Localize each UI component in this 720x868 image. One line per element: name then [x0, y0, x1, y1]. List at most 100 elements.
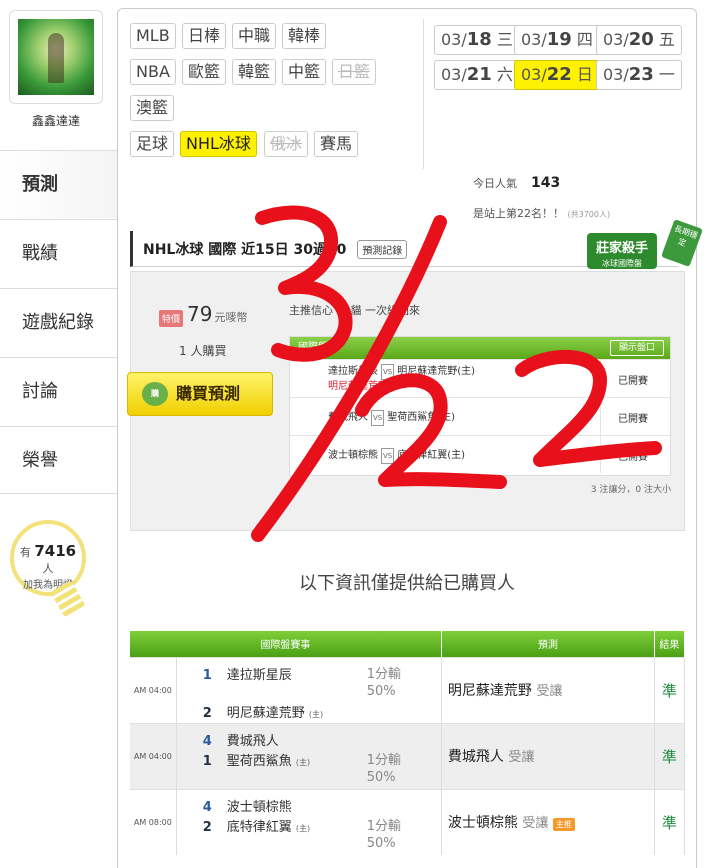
nav-item-discussion[interactable]: 討論: [0, 357, 117, 425]
username[interactable]: 鑫鑫達達: [0, 112, 112, 129]
column-header-matches: 國際盤賽事: [130, 631, 442, 657]
league-tab-cpbl[interactable]: 中職: [232, 23, 277, 49]
popularity-stat: 今日人氣 143: [473, 175, 560, 191]
home-team: 明尼蘇達荒野(主): [397, 366, 476, 377]
handicap-percent: 50%: [366, 835, 396, 851]
home-line: 2 明尼蘇達荒野 (主): [203, 702, 323, 721]
league-tab-horse-racing[interactable]: 賽馬: [314, 131, 359, 157]
away-line: 4 費城飛人: [203, 730, 279, 749]
sidebar: 鑫鑫達達 預測 戰績 遊戲紀錄 討論 榮譽 有 7416 人 加我為明燈: [0, 0, 117, 859]
date-day: 23: [628, 64, 654, 85]
away-line: 4 波士頓棕熊: [203, 796, 292, 815]
date-0323[interactable]: 03/23 一: [596, 60, 682, 90]
popularity-value: 143: [531, 175, 561, 191]
team-number: 2: [202, 819, 212, 835]
rank-text: 是站上第22名！！: [473, 207, 564, 220]
team-number: 4: [202, 733, 212, 749]
prediction-note: 主推信心 % 貓 一次綠回來: [289, 304, 420, 317]
buyer-count: 1 人購買: [179, 344, 227, 358]
away-team: 費城飛人: [226, 733, 279, 749]
rank-stat: 是站上第22名！！ (共3700人): [473, 205, 610, 221]
picked-team: 波士頓棕熊: [447, 815, 518, 832]
buy-prediction-button[interactable]: 購 購買預測: [127, 372, 273, 416]
home-marker: (主): [295, 757, 311, 767]
handicap-percent: 50%: [366, 769, 396, 785]
date-weekday: 五: [658, 30, 675, 49]
league-tab-euro-basketball[interactable]: 歐籃: [182, 59, 227, 85]
column-header-prediction: 預測: [441, 631, 655, 657]
fans-count-line: 有 7416 人: [14, 542, 82, 576]
avatar[interactable]: [18, 19, 94, 95]
odds: 1分輸 50%: [367, 752, 401, 786]
date-0321[interactable]: 03/21 六: [434, 60, 520, 90]
pick-type: 受讓: [536, 684, 563, 699]
fans-prefix: 有: [19, 546, 31, 559]
handicap: 1分輸: [366, 666, 401, 682]
league-tab-china-basketball[interactable]: 中籃: [282, 59, 327, 85]
handicap: 1分輸: [366, 818, 401, 834]
matchup: 4 費城飛人 1 聖荷西鯊魚 (主) 1分輸 50%: [176, 722, 442, 789]
avatar-frame[interactable]: [9, 10, 103, 104]
nav-item-record[interactable]: 戰績: [0, 219, 117, 287]
league-tab-soccer[interactable]: 足球: [130, 131, 175, 157]
date-0319[interactable]: 03/19 四: [514, 25, 600, 55]
handicap: 1分輸: [366, 752, 401, 768]
date-weekday: 三: [496, 30, 513, 49]
bet-count-summary: 3 注讓分，0 注大小: [590, 485, 671, 495]
away-team: 達拉斯星辰: [226, 667, 292, 683]
badge-main: 莊家殺手 冰球國際盤: [587, 233, 657, 269]
league-tab-nba[interactable]: NBA: [130, 59, 176, 85]
nav-item-game-history[interactable]: 遊戲紀錄: [0, 288, 117, 356]
odds: 1分輸 50%: [367, 666, 401, 700]
fans-lightbulb[interactable]: 有 7416 人 加我為明燈: [10, 520, 86, 596]
nav-item-predict[interactable]: 預測: [0, 150, 117, 218]
game-time: AM 04:00: [130, 722, 177, 789]
badge-title: 莊家殺手: [595, 241, 648, 256]
date-0320[interactable]: 03/20 五: [596, 25, 682, 55]
date-month: 03/: [521, 30, 547, 49]
league-tab-mlb[interactable]: MLB: [130, 23, 176, 49]
league-tab-npb[interactable]: 日棒: [182, 23, 227, 49]
date-day: 18: [466, 29, 492, 50]
date-month: 03/: [521, 65, 547, 84]
league-tab-aus-basketball[interactable]: 澳籃: [130, 95, 175, 121]
date-day: 20: [628, 29, 654, 50]
date-weekday: 日: [576, 65, 593, 84]
date-0322[interactable]: 03/22 日: [514, 60, 600, 90]
date-0318[interactable]: 03/18 三: [434, 25, 520, 55]
home-team: 底特律紅翼: [226, 819, 292, 835]
game-time: AM 04:00: [130, 656, 177, 723]
picked-team: 明尼蘇達荒野: [447, 683, 532, 699]
divider: [600, 398, 601, 435]
price-unit: 元嘜幣: [214, 311, 248, 324]
league-tab-kbo[interactable]: 韓棒: [282, 23, 327, 49]
divider: [600, 360, 601, 397]
handicap-percent: 50%: [366, 683, 396, 699]
nav-item-honors[interactable]: 榮譽: [0, 426, 117, 494]
prediction-box: 特價 79 元嘜幣 1 人購買 購 購買預測 主推信心 % 貓 一次綠回來 國際盤…: [127, 271, 685, 531]
league-tab-nhl[interactable]: NHL冰球: [180, 131, 257, 157]
price: 79 元嘜幣: [187, 302, 247, 326]
league-tab-korea-basketball[interactable]: 韓籃: [232, 59, 277, 85]
table-row: AM 04:00 1 達拉斯星辰 2 明尼蘇達荒野 (主) 1分輸 50% 明尼蘇達荒…: [130, 656, 686, 723]
divider: [600, 436, 601, 473]
date-month: 03/: [603, 30, 629, 49]
sale-tag: 特價: [159, 310, 184, 327]
prediction: 明尼蘇達荒野 受讓: [441, 656, 655, 723]
popularity-label: 今日人氣: [473, 177, 517, 190]
game-status: 已開賽: [618, 452, 648, 463]
result-status: 準: [654, 788, 686, 855]
badge-subtitle: 冰球國際盤: [602, 259, 642, 268]
prediction-record-button[interactable]: 預測記錄: [357, 240, 408, 259]
rank-total: (共3700人): [567, 210, 611, 219]
show-odds-button[interactable]: 顯示盤口: [609, 340, 664, 356]
team-number: 1: [202, 753, 212, 769]
summary-matchup: 波士頓棕熊 VS 底特律紅翼(主): [328, 448, 465, 464]
home-marker: (主): [295, 823, 311, 833]
date-day: 21: [466, 64, 492, 85]
buy-button-label: 購買預測: [176, 384, 241, 403]
pick-type: 受讓: [522, 816, 549, 832]
picked-team: 費城飛人: [447, 749, 504, 765]
league-tab-russia-hockey: 俄冰: [264, 131, 309, 157]
away-team: 波士頓棕熊: [328, 450, 378, 461]
